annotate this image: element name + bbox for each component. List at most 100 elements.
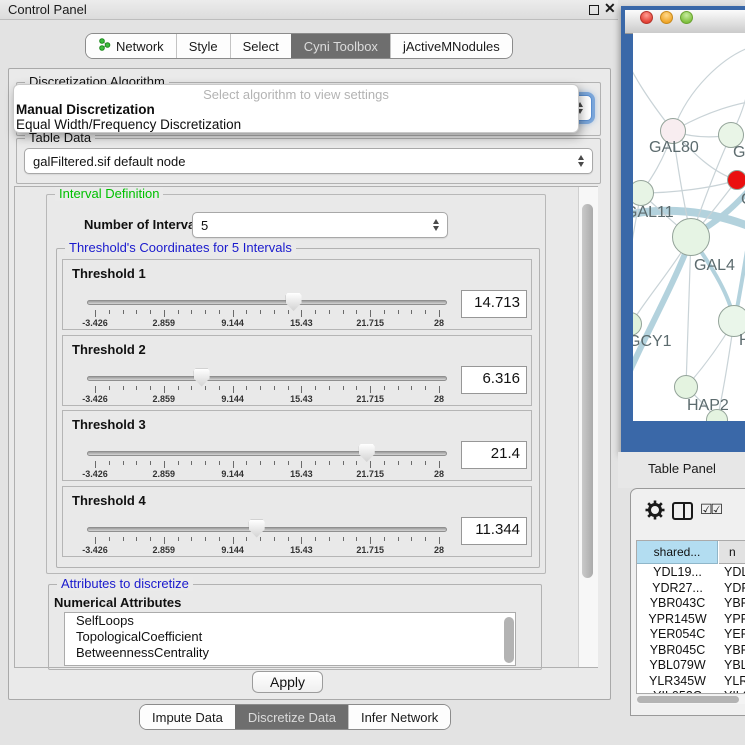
- tab-style[interactable]: Style: [176, 34, 230, 58]
- tick-mark: [384, 386, 385, 390]
- table-hscrollbar-track[interactable]: [637, 695, 745, 704]
- bottom-tabbar: Impute Data Discretize Data Infer Networ…: [139, 704, 451, 730]
- cell-name[interactable]: YBL0: [718, 658, 745, 674]
- network-canvas[interactable]: GAL80GACGAL11GAL4GCY1HHAP2: [633, 33, 745, 421]
- cell-name[interactable]: YER0: [718, 627, 745, 643]
- attribute-list-item[interactable]: SelfLoops: [65, 613, 515, 629]
- table-hscrollbar-thumb[interactable]: [637, 696, 739, 703]
- table-row[interactable]: YIL052CYIL0: [637, 689, 745, 694]
- column-header-shared-name[interactable]: shared...: [637, 541, 718, 564]
- cell-name[interactable]: YIL0: [718, 689, 745, 694]
- tab-select[interactable]: Select: [230, 34, 291, 58]
- tick-mark: [370, 386, 371, 393]
- table-row[interactable]: YDR27...YDR2: [637, 581, 745, 597]
- column-header-name[interactable]: n: [719, 541, 745, 564]
- tab-network[interactable]: Network: [86, 34, 176, 58]
- float-window-icon[interactable]: [589, 5, 599, 15]
- slider-thumb[interactable]: [359, 444, 375, 462]
- tick-mark: [95, 537, 96, 544]
- dropdown-option-equal-width[interactable]: Equal Width/Frequency Discretization: [14, 117, 578, 132]
- tick-mark: [150, 310, 151, 314]
- apply-button[interactable]: Apply: [252, 671, 323, 693]
- attribute-list-item[interactable]: TopologicalCoefficient: [65, 629, 515, 645]
- threshold-value-field[interactable]: 14.713: [461, 290, 527, 318]
- network-node-c[interactable]: [727, 170, 745, 190]
- select-columns-checkboxes-icon[interactable]: ☑☑: [700, 501, 721, 518]
- cell-shared-name[interactable]: YDL19...: [637, 565, 718, 581]
- network-node-hap2[interactable]: [674, 375, 698, 399]
- network-node-gal4[interactable]: [672, 218, 710, 256]
- tab-cyni-toolbox[interactable]: Cyni Toolbox: [291, 34, 390, 58]
- cell-shared-name[interactable]: YER054C: [637, 627, 718, 643]
- node-label: H: [739, 332, 745, 350]
- control-panel-titlebar: [0, 0, 618, 20]
- attribute-list-item[interactable]: BetweennessCentrality: [65, 645, 515, 661]
- tick-label: -3.426: [82, 469, 108, 479]
- close-traffic-light[interactable]: [640, 11, 653, 24]
- tick-mark: [343, 537, 344, 541]
- tick-label: 15.43: [290, 318, 313, 328]
- tick-mark: [95, 461, 96, 468]
- tick-mark: [164, 386, 165, 393]
- close-icon[interactable]: ✕: [604, 0, 616, 17]
- tick-mark: [233, 537, 234, 544]
- numerical-attributes-list[interactable]: SelfLoopsTopologicalCoefficientBetweenne…: [64, 612, 516, 666]
- table-row[interactable]: YER054CYER0: [637, 627, 745, 643]
- network-view-window[interactable]: GAL80GACGAL11GAL4GCY1HHAP2: [621, 6, 745, 454]
- numerical-attributes-label: Numerical Attributes: [54, 595, 181, 610]
- cell-name[interactable]: YLR3: [718, 674, 745, 690]
- cell-shared-name[interactable]: YBL079W: [637, 658, 718, 674]
- settings-scrollbar-thumb[interactable]: [582, 204, 593, 578]
- table-row[interactable]: YBR043CYBR0: [637, 596, 745, 612]
- tick-mark: [205, 461, 206, 465]
- tick-mark: [329, 537, 330, 541]
- table-row[interactable]: YDL19...YDL1: [637, 565, 745, 581]
- slider-tick-labels: -3.4262.8599.14415.4321.71528: [95, 394, 441, 404]
- dropdown-option-manual[interactable]: Manual Discretization: [14, 102, 578, 117]
- slider-thumb[interactable]: [249, 520, 265, 538]
- table-row[interactable]: YBL079WYBL0: [637, 658, 745, 674]
- tick-mark: [95, 386, 96, 393]
- threshold-value-field[interactable]: 11.344: [461, 517, 527, 545]
- slider-track[interactable]: [87, 451, 447, 456]
- tick-mark: [205, 310, 206, 314]
- zoom-traffic-light[interactable]: [680, 11, 693, 24]
- table-row[interactable]: YLR345WYLR3: [637, 674, 745, 690]
- table-row[interactable]: YPR145WYPR1: [637, 612, 745, 628]
- cell-name[interactable]: YBR0: [718, 596, 745, 612]
- cell-shared-name[interactable]: YPR145W: [637, 612, 718, 628]
- cell-shared-name[interactable]: YIL052C: [637, 689, 718, 694]
- tab-infer-network[interactable]: Infer Network: [348, 705, 450, 729]
- slider-track[interactable]: [87, 527, 447, 532]
- tab-discretize-data[interactable]: Discretize Data: [235, 705, 348, 729]
- tab-impute-data[interactable]: Impute Data: [140, 705, 235, 729]
- node-label: GA: [733, 144, 745, 162]
- threshold-value-field[interactable]: 21.4: [461, 441, 527, 469]
- table-data-select[interactable]: galFiltered.sif default node: [24, 148, 593, 174]
- slider-track[interactable]: [87, 300, 447, 305]
- node-label: C: [741, 191, 745, 209]
- node-attribute-table[interactable]: shared... n YDL19...YDL1YDR27...YDR2YBR0…: [636, 540, 745, 694]
- cell-name[interactable]: YDL1: [718, 565, 745, 581]
- cell-name[interactable]: YDR2: [718, 581, 745, 597]
- slider-track[interactable]: [87, 376, 447, 381]
- cell-name[interactable]: YBR0: [718, 643, 745, 659]
- tab-jactivemnodules[interactable]: jActiveMNodules: [390, 34, 512, 58]
- slider-thumb[interactable]: [194, 369, 210, 387]
- number-of-intervals-select[interactable]: 5: [192, 212, 448, 238]
- tick-mark: [411, 461, 412, 465]
- tick-mark: [150, 537, 151, 541]
- tick-mark: [219, 461, 220, 465]
- cell-name[interactable]: YPR1: [718, 612, 745, 628]
- table-row[interactable]: YBR045CYBR0: [637, 643, 745, 659]
- cell-shared-name[interactable]: YBR045C: [637, 643, 718, 659]
- gear-icon[interactable]: [645, 500, 665, 525]
- threshold-value-field[interactable]: 6.316: [461, 366, 527, 394]
- cell-shared-name[interactable]: YLR345W: [637, 674, 718, 690]
- cell-shared-name[interactable]: YDR27...: [637, 581, 718, 597]
- columns-icon[interactable]: [672, 502, 693, 520]
- list-scrollbar-thumb[interactable]: [504, 617, 514, 663]
- minimize-traffic-light[interactable]: [660, 11, 673, 24]
- cell-shared-name[interactable]: YBR043C: [637, 596, 718, 612]
- slider-thumb[interactable]: [286, 293, 302, 311]
